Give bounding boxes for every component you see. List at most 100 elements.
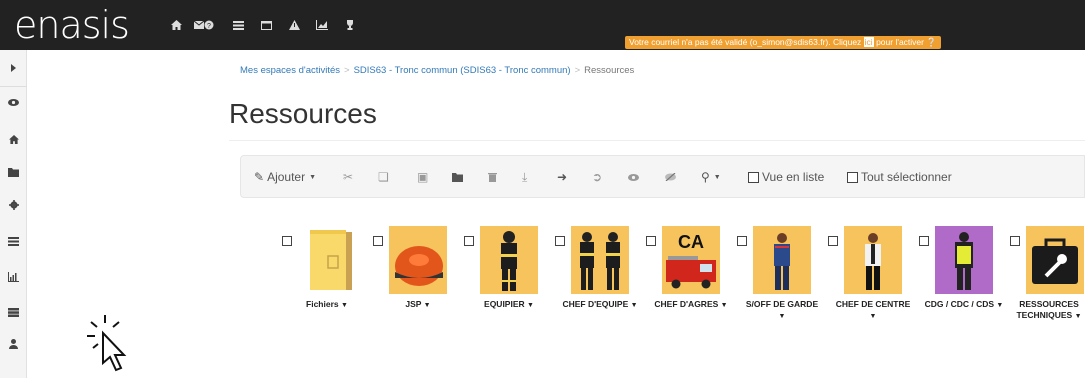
tile-checkbox[interactable] [646,236,656,246]
chevron-down-icon: ▼ [309,173,317,181]
tile-checkbox[interactable] [373,236,383,246]
tile-checkbox[interactable] [464,236,474,246]
select-all-label: Tout sélectionner [861,170,952,184]
chevron-down-icon[interactable]: ▼ [527,302,534,309]
chief-icon[interactable] [844,226,902,294]
tile-label: CHEF D'EQUIPE [562,299,629,309]
tile-checkbox[interactable] [737,236,747,246]
chevron-down-icon[interactable]: ▼ [721,302,728,309]
chevron-down-icon[interactable]: ▼ [424,302,431,309]
chevron-down-icon[interactable]: ▼ [1075,313,1082,320]
list-view-toggle[interactable]: Vue en liste [748,169,824,185]
left-sidebar [0,50,27,378]
resource-tile-fichiers[interactable]: Fichiers ▼ [282,226,372,352]
top-navbar: enasis ? Votre courriel n'a pas été vali… [0,0,1085,50]
page-title: Ressources [229,98,377,129]
chevron-down-icon[interactable]: ▼ [996,302,1003,309]
resources-toolbar: ✎ Ajouter ▼ ✂ ❏ ▣ ⤓ ➜ ➲ ⚲ ▼ Vue en liste To… [240,155,1085,198]
email-validation-notice[interactable]: Votre courriel n'a pas été validé (o_sim… [625,36,941,49]
mail-icon[interactable]: ? [190,15,218,35]
fire-truck-icon[interactable]: CA [662,226,720,294]
window-icon[interactable] [252,15,280,35]
copy-icon[interactable]: ❏ [378,169,389,185]
sign-in-icon[interactable]: ➜ [557,169,567,185]
add-button[interactable]: ✎ Ajouter ▼ [254,169,316,185]
resource-tile-jsp[interactable]: JSP ▼ [373,226,463,352]
breadcrumb-item-activities[interactable]: Mes espaces d'activités [240,65,340,76]
eye-slash-icon[interactable] [665,169,676,185]
breadcrumb-item-space[interactable]: SDIS63 - Tronc commun (SDIS63 - Tronc co… [354,65,571,76]
list-view-checkbox[interactable] [748,171,759,183]
officer-icon[interactable] [753,226,811,294]
tile-checkbox[interactable] [828,236,838,246]
rail-divider [0,86,27,87]
tile-label: EQUIPIER [484,299,525,309]
app-logo[interactable]: enasis [14,4,130,46]
bar-chart-icon[interactable] [0,267,27,287]
firefighter-icon[interactable] [480,226,538,294]
folder-icon[interactable] [0,162,27,182]
list-icon[interactable] [224,15,252,35]
chevron-down-icon[interactable]: ▼ [341,302,348,309]
warning-icon[interactable] [280,15,308,35]
tile-label: CDG / CDC / CDS [924,299,995,309]
helmet-icon[interactable] [389,226,447,294]
sign-out-icon[interactable]: ➲ [592,169,602,185]
add-button-label: Ajouter [267,170,306,184]
question-circle-icon[interactable]: ❔ [926,37,937,47]
trophy-icon[interactable] [336,15,364,35]
breadcrumb: Mes espaces d'activités > SDIS63 - Tronc c… [240,65,634,76]
select-all-checkbox[interactable] [847,171,858,183]
resource-tile-cdg-cdc-cds[interactable]: CDG / CDC / CDS ▼ [919,226,1009,352]
eye-icon[interactable] [0,92,27,112]
svg-text:?: ? [207,23,211,30]
folder-icon[interactable] [298,226,356,294]
firefighters-pair-icon[interactable] [571,226,629,294]
tile-checkbox[interactable] [555,236,565,246]
eye-icon[interactable] [628,169,639,185]
tile-checkbox[interactable] [919,236,929,246]
resource-tile-s-off-de-garde[interactable]: S/OFF DE GARDE ▼ [737,226,827,352]
tile-checkbox[interactable] [1010,236,1020,246]
cut-icon[interactable]: ✂ [343,169,353,185]
area-chart-icon[interactable] [308,15,336,35]
tile-label: S/OFF DE GARDE [745,299,819,309]
tile-label: Fichiers [306,299,339,309]
breadcrumb-item-current: Ressources [584,65,635,76]
home-icon[interactable] [162,15,190,35]
resource-tile-chef-agres[interactable]: CA CHEF D'AGRES ▼ [646,226,736,352]
trash-icon[interactable] [488,169,497,185]
toolbox-icon[interactable] [1026,226,1084,294]
paste-icon[interactable]: ▣ [417,169,428,185]
resource-tile-equipier[interactable]: EQUIPIER ▼ [464,226,554,352]
chevron-down-icon[interactable]: ▼ [779,313,786,320]
chevron-down-icon[interactable]: ▼ [631,302,638,309]
breadcrumb-separator: > [574,65,581,76]
chevron-down-icon[interactable]: ▼ [870,313,877,320]
home-icon[interactable] [0,129,27,149]
caret-right-icon[interactable] [0,58,27,78]
server-icon[interactable] [0,302,27,322]
notice-text: Votre courriel n'a pas été validé (o_sim… [629,37,864,47]
commander-icon[interactable] [935,226,993,294]
resource-tile-ressources-techniques[interactable]: RESSOURCES TECHNIQUES ▼ [1010,226,1085,352]
gear-icon[interactable] [0,195,27,215]
tile-checkbox[interactable] [282,236,292,246]
title-divider [229,140,1085,141]
resource-tile-chef-de-centre[interactable]: CHEF DE CENTRE ▼ [828,226,918,352]
tile-label: RESSOURCES TECHNIQUES [1016,299,1079,320]
user-icon[interactable] [0,334,27,354]
list-view-label: Vue en liste [762,170,825,184]
notice-tail: pour l'activer [873,37,924,47]
breadcrumb-separator: > [344,65,350,76]
select-all-toggle[interactable]: Tout sélectionner [847,169,952,185]
top-nav-icons: ? [162,15,364,35]
click-cursor-icon [87,315,127,372]
zoom-dropdown[interactable]: ⚲ ▼ [701,169,721,185]
notice-link[interactable]: ici [863,37,874,47]
folder-open-icon[interactable] [452,169,464,185]
tile-label: JSP [405,299,422,309]
download-icon[interactable]: ⤓ [522,169,527,185]
resource-tile-chef-equipe[interactable]: CHEF D'EQUIPE ▼ [555,226,645,352]
list-icon[interactable] [0,231,27,251]
